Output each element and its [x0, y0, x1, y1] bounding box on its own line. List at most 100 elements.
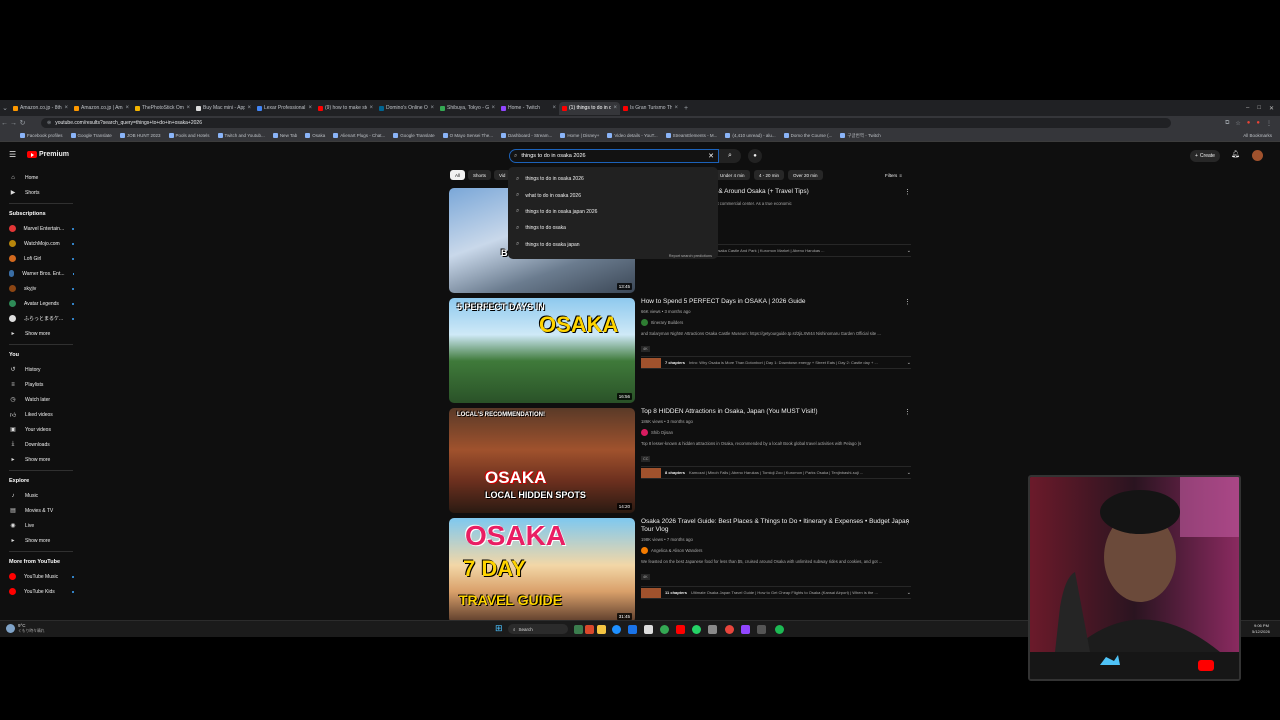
- bookmark-item[interactable]: Google Translate: [70, 133, 112, 139]
- chevron-down-icon[interactable]: ⌄: [907, 360, 911, 366]
- taskbar-search[interactable]: ⌕ Search: [508, 624, 568, 634]
- channel-row[interactable]: Angelica & Alison Wanders: [641, 547, 911, 554]
- tab-close-icon[interactable]: ×: [64, 105, 68, 111]
- bookmark-item[interactable]: StreamElements - M...: [665, 133, 717, 139]
- sidebar-section-header[interactable]: Explore: [0, 474, 82, 488]
- sidebar-section-header[interactable]: More from YouTube: [0, 555, 82, 569]
- sidebar-item[interactable]: ▤ Movies & TV: [0, 503, 82, 518]
- sidebar-item[interactable]: ⌂ Home: [0, 170, 82, 185]
- app-icon-1[interactable]: [585, 625, 594, 634]
- sidebar-item[interactable]: ▶ Shorts: [0, 185, 82, 200]
- browser-tab[interactable]: (1) things to do in osaka 2026×: [559, 101, 620, 115]
- channel-row[interactable]: Shib Ojisan: [641, 429, 911, 436]
- tab-close-icon[interactable]: ×: [125, 105, 129, 111]
- filter-chip[interactable]: Under 4 min: [715, 170, 750, 180]
- sidebar-item[interactable]: ふらっとまるケ...: [0, 311, 82, 326]
- tab-close-icon[interactable]: ×: [247, 105, 251, 111]
- sidebar-section-header[interactable]: You: [0, 348, 82, 362]
- chevron-down-icon[interactable]: ⌄: [907, 248, 911, 254]
- sidebar-item[interactable]: ▸ Show more: [0, 326, 82, 341]
- app-icon-4[interactable]: [757, 625, 766, 634]
- close-window-icon[interactable]: ✕: [1269, 105, 1274, 112]
- sidebar-item[interactable]: 👍︎ Liked videos: [0, 407, 82, 422]
- chevron-down-icon[interactable]: ⌄: [907, 470, 911, 476]
- more-actions-icon[interactable]: ⋮: [904, 408, 911, 416]
- search-input[interactable]: ⌕ things to do in osaka 2026 ✕: [509, 149, 719, 163]
- forward-icon[interactable]: →: [9, 120, 18, 127]
- youtube-logo[interactable]: Premium: [27, 151, 69, 158]
- video-result[interactable]: OSAKA 7 DAY TRAVEL GUIDE 31:45 Osaka 2026 Tr…: [449, 518, 919, 623]
- video-result[interactable]: 5 PERFECT DAYS IN OSAKA 16:56 How to Spend …: [449, 298, 919, 403]
- create-button[interactable]: + Create: [1190, 150, 1220, 162]
- app-icon-2[interactable]: [708, 625, 717, 634]
- sidebar-item[interactable]: Avatar Legends: [0, 296, 82, 311]
- sidebar-item[interactable]: YouTube Music: [0, 569, 82, 584]
- search-suggestion[interactable]: ⌕ things to do in osaka japan 2026: [508, 204, 718, 220]
- browser-tab[interactable]: ThePhotoStick Omni 128B, Ph×: [132, 102, 193, 115]
- widgets-icon[interactable]: [574, 625, 583, 634]
- bookmark-item[interactable]: Dashboard - Stream...: [501, 133, 552, 139]
- minimize-icon[interactable]: –: [1246, 105, 1249, 112]
- hamburger-menu-icon[interactable]: ☰: [9, 150, 16, 159]
- all-bookmarks[interactable]: All Bookmarks: [1243, 133, 1280, 138]
- sidebar-item[interactable]: ◷ Watch later: [0, 392, 82, 407]
- maximize-icon[interactable]: □: [1257, 105, 1261, 112]
- sidebar-item[interactable]: Warner Bros. Ent...: [0, 266, 82, 281]
- menu-icon[interactable]: ⋮: [1266, 120, 1272, 127]
- report-predictions-link[interactable]: Report search predictions: [669, 254, 712, 258]
- video-thumbnail[interactable]: 5 PERFECT DAYS IN OSAKA 16:56: [449, 298, 635, 403]
- filters-button[interactable]: Filters ≡: [885, 173, 902, 178]
- tab-close-icon[interactable]: ×: [613, 105, 617, 111]
- chevron-down-icon[interactable]: ⌄: [907, 590, 911, 596]
- sidebar-item[interactable]: Marvel Entertain...: [0, 221, 82, 236]
- bookmark-item[interactable]: Alienart Plugs - Chat...: [333, 133, 385, 139]
- reload-icon[interactable]: ↻: [18, 119, 27, 127]
- search-suggestion[interactable]: ⌕ what to do in osaka 2026: [508, 187, 718, 203]
- chapters-row[interactable]: 7 chapters Intro: Why Osaka is More Than …: [641, 356, 911, 369]
- app-icon-3[interactable]: [725, 625, 734, 634]
- browser-tab[interactable]: Lexar Professional Go Portab×: [254, 102, 315, 115]
- bookmark-item[interactable]: Google Translate: [393, 133, 435, 139]
- sidebar-item[interactable]: YouTube Kids: [0, 584, 82, 599]
- tab-close-icon[interactable]: ×: [491, 105, 495, 111]
- extension-red-icon[interactable]: ●: [1247, 120, 1251, 127]
- new-tab-button[interactable]: +: [681, 105, 691, 112]
- browser-tab[interactable]: Amazon.co.jp - 8th hdd×: [10, 102, 71, 115]
- sidebar-item[interactable]: ≡ Playlists: [0, 377, 82, 392]
- bookmark-item[interactable]: Pools and Hotels: [168, 133, 210, 139]
- bookmark-item[interactable]: Twitch and Youtub...: [217, 133, 265, 139]
- tab-close-icon[interactable]: ×: [186, 105, 190, 111]
- store-icon[interactable]: [644, 625, 653, 634]
- twitch-icon[interactable]: [741, 625, 750, 634]
- video-title[interactable]: Osaka 2026 Travel Guide: Best Places & T…: [641, 518, 911, 534]
- sidebar-item[interactable]: WatchMojo.com: [0, 236, 82, 251]
- bookmark-item[interactable]: Domo the Course (...: [783, 133, 832, 139]
- tab-close-icon[interactable]: ×: [552, 105, 556, 111]
- mail-icon[interactable]: [628, 625, 637, 634]
- whatsapp-icon[interactable]: [692, 625, 701, 634]
- sidebar-item[interactable]: Lofi Girl: [0, 251, 82, 266]
- browser-tab[interactable]: Is Gran Turismo The Best Sim×: [620, 102, 681, 115]
- spotify-icon[interactable]: [775, 625, 784, 634]
- more-actions-icon[interactable]: ⋮: [904, 188, 911, 196]
- bookmark-item[interactable]: Osaka: [305, 133, 325, 139]
- browser-tab[interactable]: (9) how to make steak fritas×: [315, 102, 376, 115]
- youtube-taskbar-icon[interactable]: [676, 625, 685, 634]
- browser-tab[interactable]: Domino's Online Ordering×: [376, 102, 437, 115]
- more-actions-icon[interactable]: ⋮: [904, 298, 911, 306]
- back-icon[interactable]: ←: [0, 120, 9, 127]
- star-icon[interactable]: ☆: [1235, 120, 1240, 127]
- filter-chip[interactable]: All: [450, 170, 466, 180]
- video-thumbnail[interactable]: OSAKA 7 DAY TRAVEL GUIDE 31:45: [449, 518, 635, 623]
- avatar[interactable]: [1252, 150, 1263, 161]
- bookmark-item[interactable]: (4,410 unread) - alu...: [725, 133, 776, 139]
- search-suggestion[interactable]: ⌕ things to do osaka japan: [508, 237, 718, 253]
- tab-close-icon[interactable]: ×: [674, 105, 678, 111]
- bookmark-item[interactable]: Home | Disney+: [560, 133, 599, 139]
- url-bar[interactable]: ⊜ youtube.com/results?search_query=thing…: [41, 118, 1171, 128]
- video-title[interactable]: Top 8 HIDDEN Attractions in Osaka, Japan…: [641, 408, 911, 416]
- sidebar-item[interactable]: ◉ Live: [0, 518, 82, 533]
- sidebar-item[interactable]: ↺ History: [0, 362, 82, 377]
- browser-tab[interactable]: Shibuya, Tokyo - Google Maps×: [437, 102, 498, 115]
- sidebar-item[interactable]: ⤓ Downloads: [0, 437, 82, 452]
